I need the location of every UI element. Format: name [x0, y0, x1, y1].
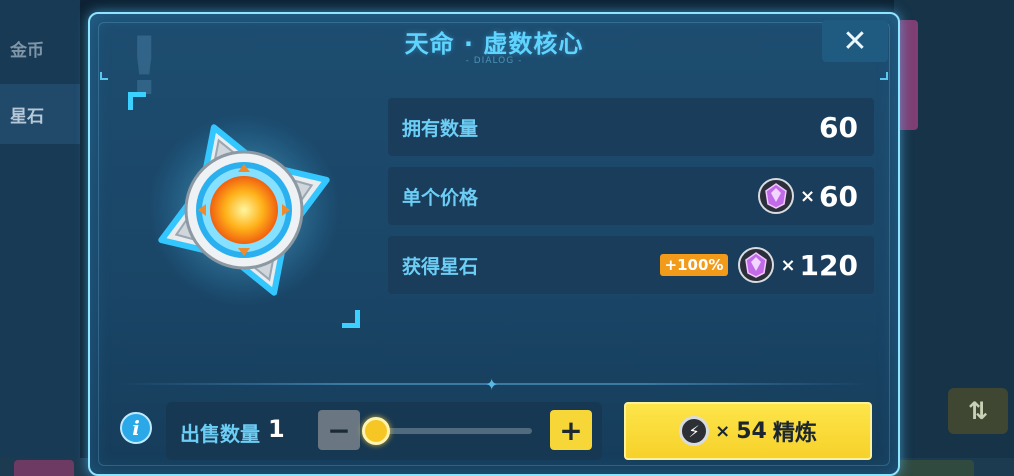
gain-star-stone-label: 获得星石: [402, 255, 479, 278]
sell-quantity-panel: 出售数量 1 − +: [166, 402, 602, 460]
close-icon: ✕: [842, 23, 868, 59]
imaginary-core-item-icon: [148, 114, 340, 306]
sell-quantity-value: 1: [268, 415, 285, 443]
frame-corner-decoration: [100, 72, 108, 80]
plus-icon: +: [559, 413, 583, 447]
price-multiplier: ×: [799, 185, 816, 207]
item-preview: [124, 92, 360, 328]
gain-multiplier: ×: [780, 254, 796, 276]
sell-quantity-label: 出售数量: [180, 422, 260, 446]
refine-cost: 54: [736, 418, 767, 444]
divider-star-icon: ✦: [485, 375, 499, 394]
unit-price-number: 60: [819, 179, 858, 213]
refine-label: 精炼: [772, 421, 817, 446]
owned-quantity-value: 60: [819, 111, 858, 144]
background-bottom-button: [894, 460, 974, 476]
dialog-subtitle: - DIALOG -: [465, 56, 523, 66]
refine-coin-icon: ⚡: [679, 416, 710, 446]
owned-quantity-row: 拥有数量 60: [388, 98, 874, 156]
owned-quantity-label: 拥有数量: [402, 117, 479, 140]
gain-star-stone-number: 120: [799, 248, 858, 282]
frame-corner-decoration: [880, 72, 888, 80]
background-tab-gold[interactable]: 金币: [0, 18, 80, 78]
quantity-slider-track[interactable]: [366, 428, 532, 434]
background-bottom-card: [14, 460, 74, 476]
unit-price-value: × 60: [757, 178, 858, 214]
bracket-bottom-right: [342, 310, 360, 328]
star-stone-gem-icon: [738, 247, 775, 283]
bracket-top-left: [128, 92, 146, 110]
bonus-badge: +100%: [659, 254, 729, 276]
gain-star-stone-value: +100% × 120: [659, 247, 858, 283]
unit-price-row: 单个价格 × 60: [388, 167, 874, 225]
increase-quantity-button[interactable]: +: [550, 410, 592, 450]
star-stone-gem-icon: [757, 178, 794, 214]
refine-button[interactable]: ⚡ × 54 精炼: [624, 402, 872, 460]
close-button[interactable]: ✕: [822, 20, 888, 62]
unit-price-label: 单个价格: [402, 186, 479, 209]
minus-icon: −: [327, 413, 351, 447]
quantity-slider-thumb[interactable]: [362, 417, 390, 445]
decrease-quantity-button[interactable]: −: [318, 410, 360, 450]
sort-icon[interactable]: ⇅: [948, 388, 1008, 434]
dialog-title: 天命 · 虚数核心: [404, 30, 584, 58]
gain-star-stone-row: 获得星石 +100% × 120: [388, 236, 874, 294]
info-icon[interactable]: i: [120, 412, 152, 444]
sell-dialog: ! 天命 · 虚数核心 - DIALOG - ✕ 拥有数量 60 单个价格 × …: [88, 12, 900, 476]
background-tab-star-stone[interactable]: 星石: [0, 84, 80, 144]
owned-quantity-number: 60: [819, 110, 858, 144]
refine-multiplier: ×: [715, 420, 731, 442]
